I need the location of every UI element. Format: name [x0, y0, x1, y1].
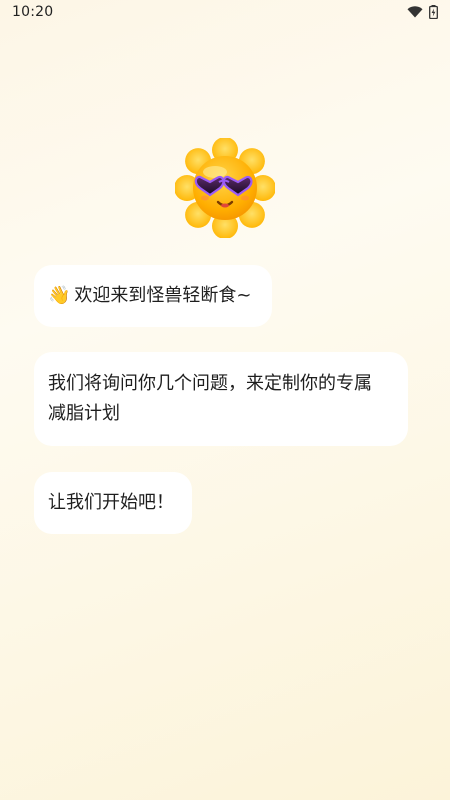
chat-bubble-intro: 我们将询问你几个问题，来定制你的专属 减脂计划	[34, 352, 408, 446]
chat-bubble-start: 让我们开始吧！	[34, 472, 192, 534]
welcome-text: 欢迎来到怪兽轻断食~	[74, 285, 252, 306]
chat-bubble-welcome: 👋 欢迎来到怪兽轻断食~	[34, 265, 272, 327]
status-time: 10:20	[12, 4, 54, 20]
status-bar: 10:20	[0, 0, 450, 24]
wifi-icon	[407, 6, 423, 18]
status-icons	[407, 5, 438, 19]
waving-hand-icon: 👋	[48, 285, 71, 306]
intro-text-line1: 我们将询问你几个问题，来定制你的专属	[48, 373, 372, 394]
intro-text-line2: 减脂计划	[48, 403, 120, 424]
battery-charging-icon	[429, 5, 438, 19]
sun-mascot-icon	[175, 138, 275, 238]
start-text: 让我们开始吧！	[48, 492, 174, 513]
